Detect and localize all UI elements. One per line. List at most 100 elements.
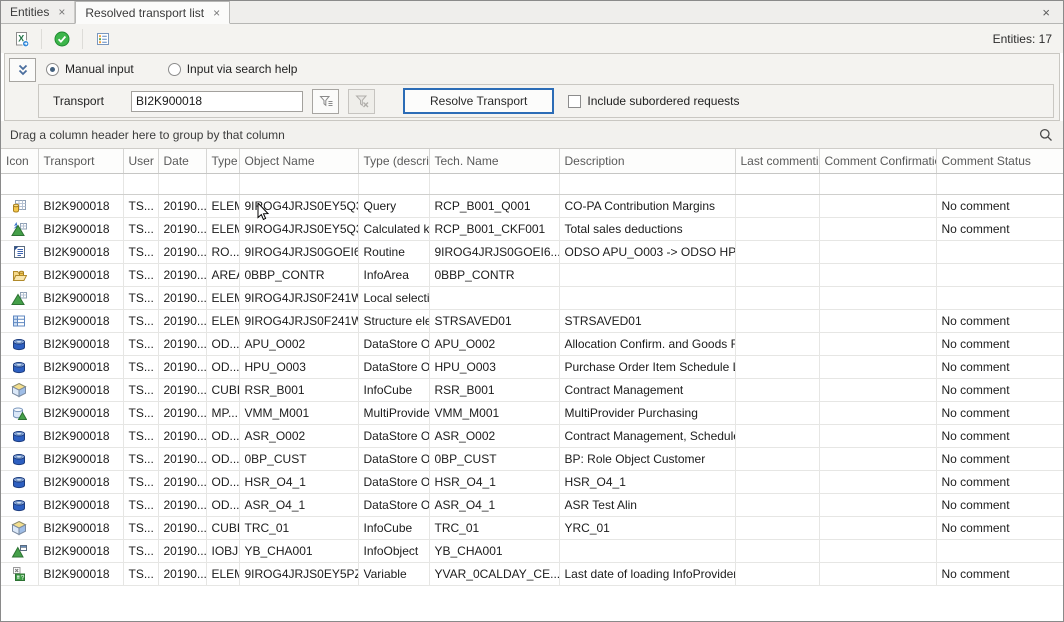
cell-user[interactable]: TS... bbox=[123, 194, 158, 217]
table-row[interactable]: BI2K900018TS...20190...MP...VMM_M001Mult… bbox=[1, 401, 1063, 424]
cell-description[interactable]: HSR_O4_1 bbox=[559, 470, 735, 493]
table-row[interactable]: BI2K900018TS...20190...OD...ASR_O002Data… bbox=[1, 424, 1063, 447]
cell-user[interactable]: TS... bbox=[123, 332, 158, 355]
cell-type[interactable]: ELEM bbox=[206, 562, 239, 585]
filter-cell[interactable] bbox=[735, 173, 819, 194]
cell-type-desc[interactable]: Local selection bbox=[358, 286, 429, 309]
cell-object-name[interactable]: RSR_B001 bbox=[239, 378, 358, 401]
cell-last-comment[interactable] bbox=[735, 240, 819, 263]
table-row[interactable]: BI2K900018TS...20190...CUBERSR_B001InfoC… bbox=[1, 378, 1063, 401]
filter-row[interactable] bbox=[1, 173, 1063, 194]
cell-last-comment[interactable] bbox=[735, 493, 819, 516]
cell-object-name[interactable]: VMM_M001 bbox=[239, 401, 358, 424]
cell-type[interactable]: OD... bbox=[206, 332, 239, 355]
cell-transport[interactable]: BI2K900018 bbox=[38, 263, 123, 286]
cell-type[interactable]: ELEM bbox=[206, 309, 239, 332]
column-header-comment-status[interactable]: Comment Status bbox=[936, 149, 1063, 173]
cell-transport[interactable]: BI2K900018 bbox=[38, 332, 123, 355]
cell-description[interactable]: Total sales deductions bbox=[559, 217, 735, 240]
cell-transport[interactable]: BI2K900018 bbox=[38, 194, 123, 217]
cell-comment-confirmation[interactable] bbox=[819, 378, 936, 401]
cell-type-desc[interactable]: DataStore Ob... bbox=[358, 493, 429, 516]
cell-comment-status[interactable]: No comment bbox=[936, 516, 1063, 539]
cell-date[interactable]: 20190... bbox=[158, 240, 206, 263]
cell-tech-name[interactable]: HPU_O003 bbox=[429, 355, 559, 378]
cell-tech-name[interactable]: YB_CHA001 bbox=[429, 539, 559, 562]
cell-type-desc[interactable]: DataStore Ob... bbox=[358, 332, 429, 355]
cell-tech-name[interactable]: RSR_B001 bbox=[429, 378, 559, 401]
table-row[interactable]: ?BI2K900018TS...20190...ELEM9IROG4JRJS0E… bbox=[1, 562, 1063, 585]
table-row[interactable]: BI2K900018TS...20190...ELEM9IROG4JRJS0EY… bbox=[1, 194, 1063, 217]
cell-comment-status[interactable] bbox=[936, 286, 1063, 309]
cell-type[interactable]: RO... bbox=[206, 240, 239, 263]
cell-comment-confirmation[interactable] bbox=[819, 470, 936, 493]
include-subordered-checkbox[interactable]: Include subordered requests bbox=[568, 94, 739, 108]
cell-user[interactable]: TS... bbox=[123, 309, 158, 332]
cell-transport[interactable]: BI2K900018 bbox=[38, 539, 123, 562]
cell-comment-status[interactable]: No comment bbox=[936, 493, 1063, 516]
table-row[interactable]: BI2K900018TS...20190...OD...APU_O002Data… bbox=[1, 332, 1063, 355]
cell-comment-status[interactable]: No comment bbox=[936, 217, 1063, 240]
cell-last-comment[interactable] bbox=[735, 217, 819, 240]
cell-type[interactable]: MP... bbox=[206, 401, 239, 424]
column-header-type-descrip[interactable]: Type (descrip... bbox=[358, 149, 429, 173]
transport-input[interactable] bbox=[131, 91, 303, 112]
cell-transport[interactable]: BI2K900018 bbox=[38, 378, 123, 401]
cell-type[interactable]: OD... bbox=[206, 355, 239, 378]
cell-tech-name[interactable] bbox=[429, 286, 559, 309]
cell-tech-name[interactable]: APU_O002 bbox=[429, 332, 559, 355]
cell-transport[interactable]: BI2K900018 bbox=[38, 309, 123, 332]
cell-description[interactable]: ASR Test Alin bbox=[559, 493, 735, 516]
filter-cell[interactable] bbox=[123, 173, 158, 194]
cell-description[interactable]: Contract Management bbox=[559, 378, 735, 401]
table-row[interactable]: BI2K900018TS...20190...RO...9IROG4JRJS0G… bbox=[1, 240, 1063, 263]
filter-cell[interactable] bbox=[429, 173, 559, 194]
cell-user[interactable]: TS... bbox=[123, 516, 158, 539]
cell-icon[interactable] bbox=[1, 493, 38, 516]
cell-type[interactable]: IOBJ bbox=[206, 539, 239, 562]
cell-tech-name[interactable]: RCP_B001_CKF001 bbox=[429, 217, 559, 240]
cell-transport[interactable]: BI2K900018 bbox=[38, 240, 123, 263]
cell-comment-status[interactable] bbox=[936, 263, 1063, 286]
cell-comment-status[interactable]: No comment bbox=[936, 332, 1063, 355]
table-row[interactable]: BI2K900018TS...20190...AREA0BBP_CONTRInf… bbox=[1, 263, 1063, 286]
cell-user[interactable]: TS... bbox=[123, 286, 158, 309]
cell-last-comment[interactable] bbox=[735, 309, 819, 332]
cell-type-desc[interactable]: Variable bbox=[358, 562, 429, 585]
excel-export-button[interactable]: X bbox=[8, 27, 34, 51]
filter-cell[interactable] bbox=[936, 173, 1063, 194]
clear-filter-button[interactable] bbox=[348, 89, 375, 114]
cell-description[interactable]: Last date of loading InfoProvider bbox=[559, 562, 735, 585]
tab-resolved-transport-list[interactable]: Resolved transport list × bbox=[75, 1, 230, 24]
cell-transport[interactable]: BI2K900018 bbox=[38, 447, 123, 470]
cell-type-desc[interactable]: InfoObject bbox=[358, 539, 429, 562]
cell-type-desc[interactable]: Query bbox=[358, 194, 429, 217]
cell-tech-name[interactable]: 0BP_CUST bbox=[429, 447, 559, 470]
cell-object-name[interactable]: HPU_O003 bbox=[239, 355, 358, 378]
column-header-description[interactable]: Description bbox=[559, 149, 735, 173]
close-icon[interactable]: × bbox=[1029, 1, 1063, 23]
cell-object-name[interactable]: ASR_O4_1 bbox=[239, 493, 358, 516]
filter-cell[interactable] bbox=[358, 173, 429, 194]
cell-description[interactable] bbox=[559, 539, 735, 562]
cell-object-name[interactable]: TRC_01 bbox=[239, 516, 358, 539]
table-row[interactable]: BI2K900018TS...20190...OD...ASR_O4_1Data… bbox=[1, 493, 1063, 516]
cell-icon[interactable] bbox=[1, 355, 38, 378]
cell-type[interactable]: OD... bbox=[206, 447, 239, 470]
cell-description[interactable] bbox=[559, 286, 735, 309]
cell-tech-name[interactable]: 0BBP_CONTR bbox=[429, 263, 559, 286]
cell-object-name[interactable]: 0BBP_CONTR bbox=[239, 263, 358, 286]
cell-transport[interactable]: BI2K900018 bbox=[38, 516, 123, 539]
cell-icon[interactable] bbox=[1, 401, 38, 424]
cell-icon[interactable] bbox=[1, 309, 38, 332]
table-row[interactable]: BI2K900018TS...20190...OD...HPU_O003Data… bbox=[1, 355, 1063, 378]
cell-type-desc[interactable]: InfoCube bbox=[358, 516, 429, 539]
group-by-bar[interactable]: Drag a column header here to group by th… bbox=[1, 121, 1063, 149]
collapse-panel-button[interactable] bbox=[9, 58, 36, 82]
cell-icon[interactable] bbox=[1, 286, 38, 309]
resolve-transport-button[interactable]: Resolve Transport bbox=[403, 88, 554, 114]
cell-comment-confirmation[interactable] bbox=[819, 401, 936, 424]
cell-type[interactable]: OD... bbox=[206, 424, 239, 447]
cell-icon[interactable] bbox=[1, 217, 38, 240]
cell-icon[interactable] bbox=[1, 240, 38, 263]
